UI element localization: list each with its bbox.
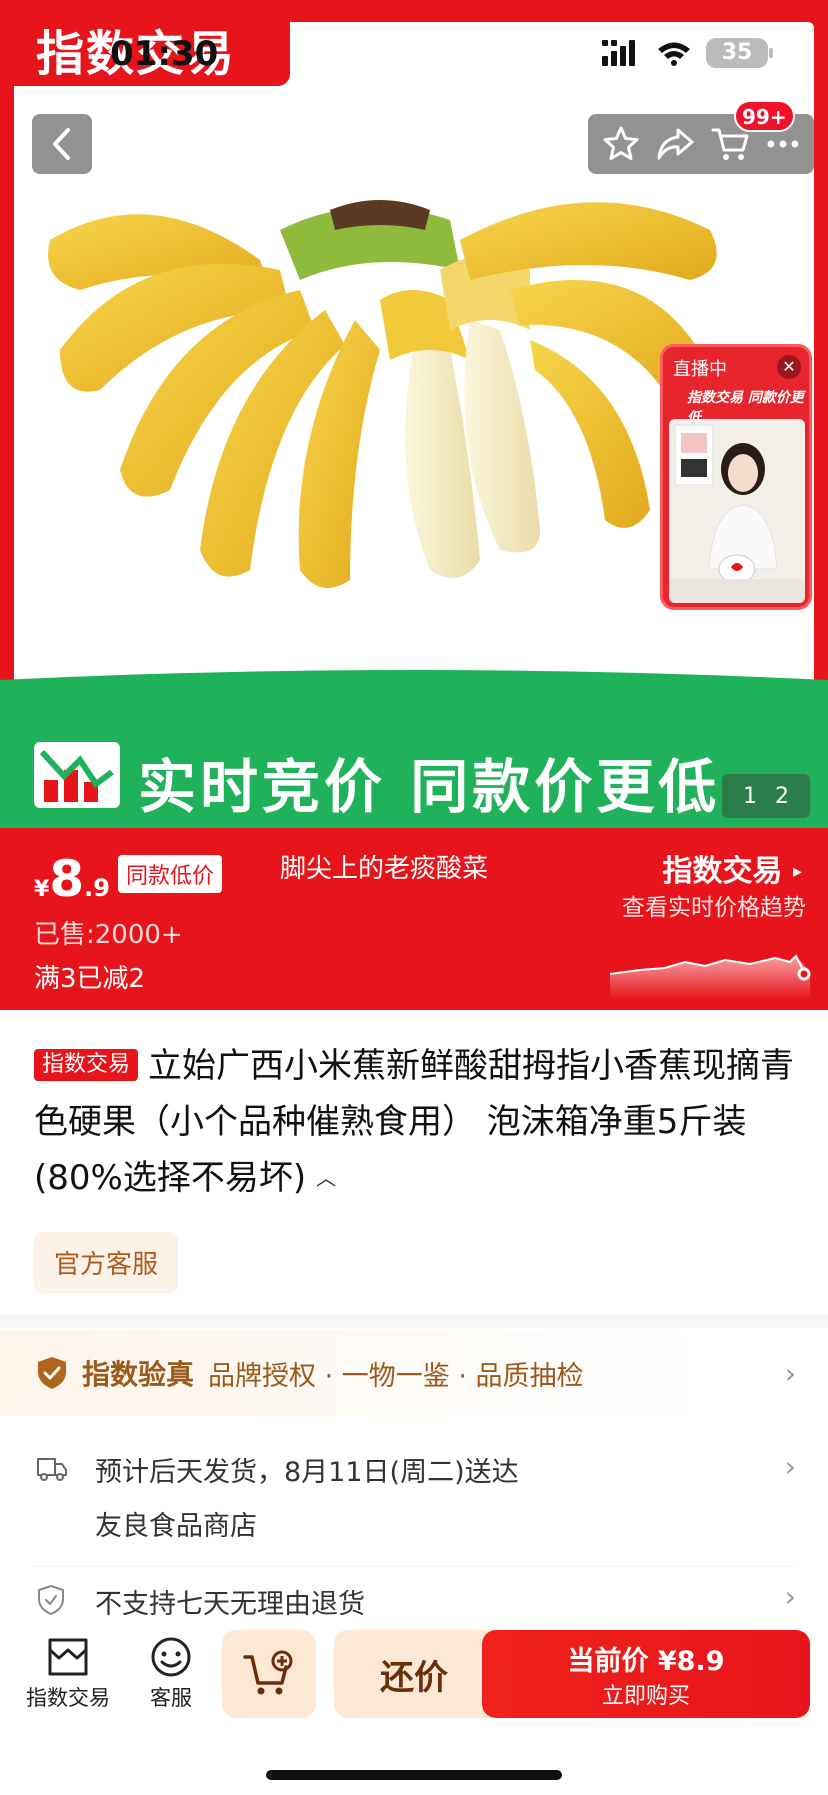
tab-store-label: 指数交易 xyxy=(26,1686,110,1710)
product-detail-page: 指数交易 01:30 35 99+ 直播中 ✕ 指数交易 同款价更低 实时竞价 … xyxy=(0,0,828,1795)
shop-name[interactable]: 脚尖上的老痰酸菜 xyxy=(280,848,488,885)
return-policy-row[interactable]: 不支持七天无理由退货 › xyxy=(0,1576,828,1626)
price: ¥8.9 xyxy=(34,850,110,908)
live-label: 直播中 xyxy=(673,359,727,380)
cart-count-badge: 99+ xyxy=(734,100,795,132)
index-trade-logo xyxy=(34,742,120,808)
buy-now-label: 立即购买 xyxy=(601,1683,690,1709)
return-policy-text: 不支持七天无理由退货 xyxy=(95,1589,365,1620)
price-trend-sparkline[interactable] xyxy=(610,940,814,1000)
chevron-right-icon: › xyxy=(784,1450,796,1483)
share-icon[interactable] xyxy=(654,124,696,164)
live-stream-card[interactable]: 直播中 ✕ 指数交易 同款价更低 xyxy=(660,344,812,610)
official-service-chip[interactable]: 官方客服 xyxy=(34,1232,179,1293)
product-title-block: 指数交易 立始广西小米蕉新鲜酸甜拇指小香蕉现摘青色硬果（小个品种催熟食用） 泡沫箱… xyxy=(34,1038,806,1206)
shield-icon xyxy=(38,1584,64,1616)
back-button[interactable] xyxy=(32,114,92,174)
discount-info: 满3已减2 xyxy=(34,964,146,994)
status-icons: 35 xyxy=(602,38,773,68)
bargain-button[interactable]: 还价 xyxy=(334,1630,494,1718)
price-decimal: .9 xyxy=(84,874,110,902)
triangle-right-icon: ▸ xyxy=(792,861,802,882)
image-counter: 1 2 xyxy=(722,774,810,818)
price-integer: 8 xyxy=(49,850,85,908)
same-price-tag: 同款低价 xyxy=(118,855,223,893)
store-name: 友良食品商店 xyxy=(95,1511,257,1542)
star-icon[interactable] xyxy=(601,124,641,164)
buy-now-price: 当前价 ¥8.9 xyxy=(567,1645,725,1677)
chevron-left-icon xyxy=(53,128,70,160)
live-video-preview xyxy=(669,419,805,603)
chevron-up-icon[interactable]: ︿ xyxy=(316,1166,336,1190)
tab-service-label: 客服 xyxy=(150,1686,192,1710)
image-counter-total: 2 xyxy=(775,783,789,809)
battery-icon: 35 xyxy=(706,38,773,68)
home-indicator[interactable] xyxy=(266,1770,562,1780)
price-banner: ¥8.9 同款低价 脚尖上的老痰酸菜 已售:2000+ 满3已减2 指数交易 ▸… xyxy=(0,828,828,1010)
index-trade-subtitle[interactable]: 查看实时价格趋势 xyxy=(622,888,806,922)
image-counter-current: 1 xyxy=(743,783,757,809)
status-time: 01:30 xyxy=(110,34,219,74)
chart-logo-icon xyxy=(39,749,114,802)
buy-now-button[interactable]: 当前价 ¥8.9 立即购买 xyxy=(482,1630,810,1718)
close-icon[interactable]: ✕ xyxy=(777,355,801,379)
product-title: 立始广西小米蕉新鲜酸甜拇指小香蕉现摘青色硬果（小个品种催熟食用） 泡沫箱净重5斤… xyxy=(34,1046,795,1198)
product-gallery[interactable]: 指数交易 01:30 35 99+ 直播中 ✕ 指数交易 同款价更低 实时竞价 … xyxy=(0,0,828,828)
smile-chat-icon xyxy=(151,1637,191,1677)
authenticity-title: 指数验真 xyxy=(82,1358,195,1391)
chevron-right-icon: › xyxy=(784,1356,796,1390)
add-to-cart-button[interactable] xyxy=(222,1630,316,1718)
index-trade-link[interactable]: 指数交易 ▸ xyxy=(663,846,803,890)
authenticity-desc: 品牌授权 · 一物一鉴 · 品质抽检 xyxy=(208,1360,584,1392)
shipping-estimate: 预计后天发货，8月11日(周二)送达 xyxy=(95,1457,519,1488)
truck-icon xyxy=(37,1458,67,1481)
authenticity-row[interactable]: 指数验真 品牌授权 · 一物一鉴 · 品质抽检 › xyxy=(0,1330,828,1416)
cart-plus-icon xyxy=(243,1650,293,1695)
shipping-row[interactable]: 预计后天发货，8月11日(周二)送达 友良食品商店 › xyxy=(0,1440,828,1570)
section-divider xyxy=(0,1314,828,1328)
signal-icon xyxy=(602,40,635,66)
store-icon xyxy=(48,1638,88,1676)
row-divider xyxy=(34,1566,794,1567)
sold-count: 已售:2000+ xyxy=(34,920,183,950)
title-tag: 指数交易 xyxy=(34,1049,139,1081)
chevron-right-icon: › xyxy=(784,1580,796,1613)
tab-store[interactable]: 指数交易 xyxy=(26,1636,110,1712)
tab-customer-service[interactable]: 客服 xyxy=(148,1636,194,1712)
index-trade-title: 指数交易 xyxy=(662,854,783,889)
price-currency: ¥ xyxy=(34,877,50,902)
wifi-icon xyxy=(658,42,690,66)
shield-check-icon xyxy=(38,1357,66,1389)
promo-band-text: 实时竞价 同款价更低 xyxy=(138,753,721,821)
live-host-illustration xyxy=(669,424,805,603)
